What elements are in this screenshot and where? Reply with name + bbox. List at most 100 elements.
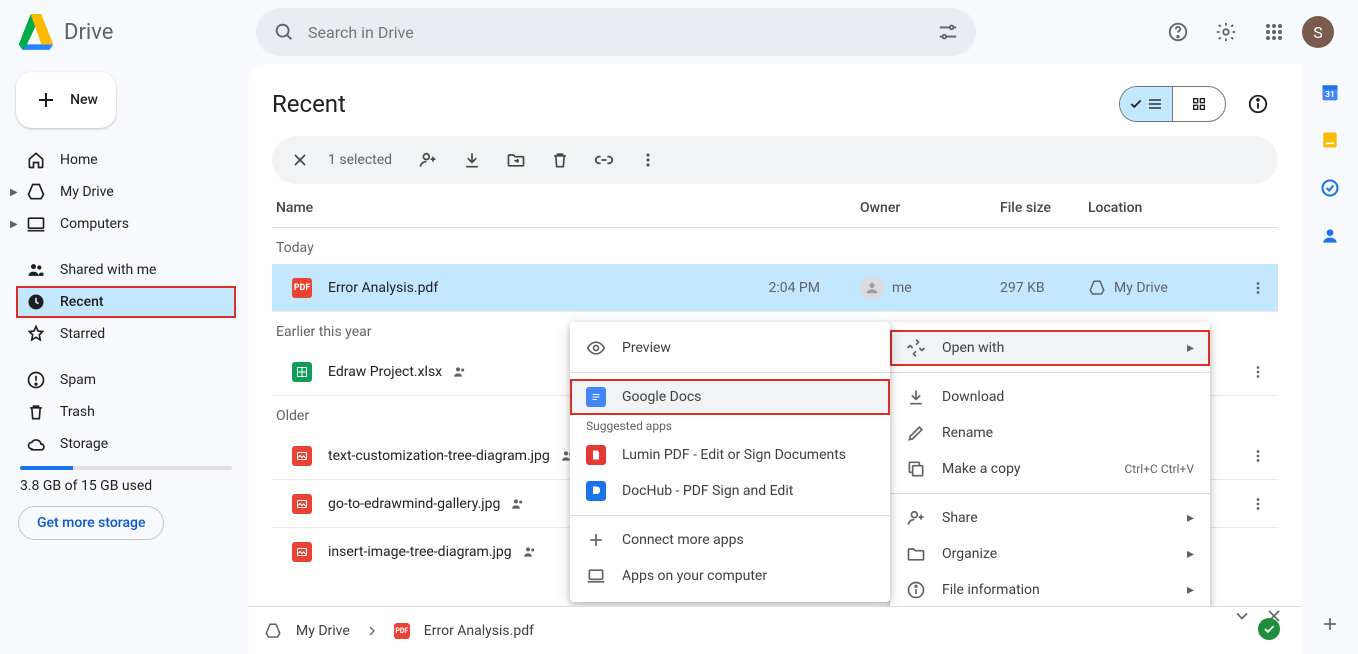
settings-gear-icon[interactable] (1206, 12, 1246, 52)
list-header: Name Owner File size Location (272, 188, 1278, 228)
calendar-icon[interactable]: 31 (1320, 82, 1340, 102)
search-bar[interactable] (256, 8, 976, 56)
ctx-organize[interactable]: Organize ▸ (890, 536, 1210, 572)
row-more-button[interactable] (1238, 447, 1278, 465)
chevron-right-icon[interactable]: ▶ (10, 187, 18, 198)
ctx-google-docs[interactable]: Google Docs (570, 379, 890, 415)
ctx-lumin-pdf[interactable]: Lumin PDF - Edit or Sign Documents (570, 437, 890, 473)
chevron-right-icon[interactable]: ▶ (10, 219, 18, 230)
storage-bar (20, 466, 232, 470)
selection-toolbar: 1 selected (272, 136, 1278, 184)
lumin-icon (586, 445, 606, 465)
row-more-button[interactable] (1238, 279, 1278, 297)
trash-icon (26, 402, 46, 422)
check-icon (1129, 97, 1143, 111)
trash-icon (550, 150, 570, 170)
image-icon (292, 542, 312, 562)
ctx-open-with[interactable]: Open with ▸ (890, 330, 1210, 366)
more-actions-button[interactable] (628, 140, 668, 180)
section-today: Today (272, 228, 1278, 264)
chevron-down-icon[interactable] (1232, 606, 1252, 626)
plus-icon (34, 88, 58, 112)
file-size: 297 KB (1000, 280, 1088, 296)
account-avatar[interactable]: S (1302, 16, 1334, 48)
row-more-button[interactable] (1238, 495, 1278, 513)
home-icon (26, 150, 46, 170)
clear-selection-button[interactable] (280, 140, 320, 180)
delete-button[interactable] (540, 140, 580, 180)
mydrive-icon (1088, 279, 1106, 297)
folder-icon (906, 544, 926, 564)
col-name[interactable]: Name (272, 200, 860, 216)
context-menu-openwith: Preview Google Docs Suggested apps Lumin… (570, 322, 890, 602)
row-more-button[interactable] (1238, 363, 1278, 381)
ctx-dochub[interactable]: DocHub - PDF Sign and Edit (570, 473, 890, 509)
breadcrumb-root[interactable]: My Drive (296, 623, 350, 639)
nav-starred[interactable]: Starred (16, 318, 236, 350)
pdf-icon: PDF (292, 278, 312, 298)
tasks-icon[interactable] (1320, 178, 1340, 198)
google-docs-icon (586, 387, 606, 407)
owner-avatar-icon (860, 276, 884, 300)
search-icon[interactable] (264, 12, 304, 52)
list-view-button[interactable] (1120, 87, 1172, 121)
nav-recent[interactable]: Recent (16, 286, 236, 318)
ctx-apps-on-computer[interactable]: Apps on your computer (570, 558, 890, 594)
col-owner[interactable]: Owner (860, 200, 1000, 216)
more-vert-icon (638, 150, 658, 170)
product-name: Drive (64, 20, 113, 45)
nav-spam[interactable]: Spam (16, 364, 236, 396)
get-more-storage-button[interactable]: Get more storage (18, 506, 164, 540)
nav-storage[interactable]: Storage (16, 428, 236, 460)
move-button[interactable] (496, 140, 536, 180)
col-location[interactable]: Location (1088, 200, 1238, 216)
support-icon[interactable] (1158, 12, 1198, 52)
star-icon (26, 324, 46, 344)
nav-home[interactable]: Home (16, 144, 236, 176)
breadcrumb-bar: My Drive PDF Error Analysis.pdf (248, 606, 1302, 654)
chevron-right-icon: ▸ (1187, 340, 1194, 356)
contacts-icon[interactable] (1320, 226, 1340, 246)
nav-my-drive[interactable]: ▶ My Drive (16, 176, 236, 208)
chevron-right-icon: ▸ (1187, 582, 1194, 598)
ctx-download[interactable]: Download (890, 379, 1210, 415)
ctx-file-info[interactable]: File information ▸ (890, 572, 1210, 608)
sidepanel-add-icon[interactable] (1320, 614, 1340, 634)
get-link-button[interactable] (584, 140, 624, 180)
breadcrumb-file[interactable]: Error Analysis.pdf (424, 623, 534, 639)
ctx-connect-apps[interactable]: Connect more apps (570, 522, 890, 558)
apps-grid-icon[interactable] (1254, 12, 1294, 52)
nav-shared-with-me[interactable]: Shared with me (16, 254, 236, 286)
chevron-right-icon: ▸ (1187, 546, 1194, 562)
ctx-share[interactable]: Share ▸ (890, 500, 1210, 536)
context-menu-main: Open with ▸ Download Rename Make a copy … (890, 322, 1210, 654)
cloud-icon (26, 434, 46, 454)
file-name: Error Analysis.pdf (328, 280, 438, 296)
view-details-icon[interactable] (1238, 84, 1278, 124)
ctx-preview[interactable]: Preview (570, 330, 890, 366)
share-button[interactable] (408, 140, 448, 180)
storage-text: 3.8 GB of 15 GB used (20, 478, 232, 494)
info-icon (906, 580, 926, 600)
search-input[interactable] (304, 23, 928, 42)
nav-computers[interactable]: ▶ Computers (16, 208, 236, 240)
ctx-make-copy[interactable]: Make a copy Ctrl+C Ctrl+V (890, 451, 1210, 487)
download-button[interactable] (452, 140, 492, 180)
col-size[interactable]: File size (1000, 200, 1088, 216)
drive-logo-icon (16, 12, 56, 52)
main-content: Recent (248, 64, 1302, 654)
shared-icon (510, 496, 526, 512)
computers-icon (26, 214, 46, 234)
new-button[interactable]: New (16, 72, 116, 128)
list-icon (1147, 96, 1163, 112)
download-icon (462, 150, 482, 170)
grid-view-button[interactable] (1173, 87, 1225, 121)
file-row[interactable]: PDF Error Analysis.pdf 2:04 PM me 297 KB (272, 264, 1278, 312)
keep-icon[interactable] (1320, 130, 1340, 150)
side-panel: 31 (1302, 64, 1358, 654)
file-name: text-customization-tree-diagram.jpg (328, 448, 550, 464)
ctx-rename[interactable]: Rename (890, 415, 1210, 451)
nav-trash[interactable]: Trash (16, 396, 236, 428)
logo-area[interactable]: Drive (16, 12, 248, 52)
search-options-icon[interactable] (928, 12, 968, 52)
